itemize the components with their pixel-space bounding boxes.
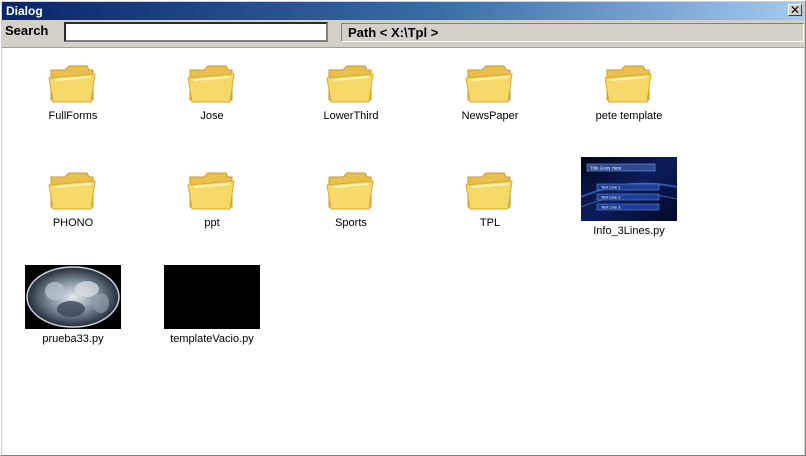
file-item[interactable]: Title Goes Here Text Line 1 Text Line 2 … (569, 157, 689, 237)
folder-item[interactable]: TPL (430, 167, 550, 229)
folder-item[interactable]: Jose (152, 60, 272, 122)
path-display: Path < X:\Tpl > (341, 23, 804, 42)
folder-icon (48, 65, 96, 103)
folder-label: PHONO (52, 217, 94, 229)
toolbar: Search Path < X:\Tpl > (2, 21, 804, 43)
folder-item[interactable]: FullForms (13, 60, 133, 122)
folder-item[interactable]: pete template (569, 60, 689, 122)
thumb-line: Text Line 3 (601, 205, 621, 210)
folder-label: pete template (595, 110, 663, 122)
folder-icon (465, 172, 513, 210)
file-grid: FullForms Jose LowerThird NewsPaper pete… (2, 47, 804, 455)
folder-item[interactable]: ppt (152, 167, 272, 229)
folder-icon (187, 172, 235, 210)
folder-label: Jose (200, 110, 224, 122)
templatevacio-thumbnail (164, 265, 260, 329)
folder-item[interactable]: LowerThird (291, 60, 411, 122)
folder-icon (326, 172, 374, 210)
folder-icon (465, 65, 513, 103)
window-title: Dialog (6, 4, 43, 18)
folder-icon (187, 65, 235, 103)
folder-item[interactable]: NewsPaper (430, 60, 550, 122)
file-item[interactable]: prueba33.py (13, 265, 133, 345)
thumb-line: Text Line 1 (601, 185, 621, 190)
folder-icon (48, 172, 96, 210)
file-label: templateVacio.py (170, 333, 254, 345)
folder-item[interactable]: PHONO (13, 167, 133, 229)
folder-label: Sports (335, 217, 367, 229)
folder-icon (326, 65, 374, 103)
search-label: Search (5, 23, 49, 38)
folder-label: NewsPaper (461, 110, 519, 122)
search-input[interactable] (64, 22, 328, 42)
info-3lines-thumbnail: Title Goes Here Text Line 1 Text Line 2 … (581, 157, 677, 221)
close-button[interactable]: ✕ (788, 4, 802, 16)
folder-label: LowerThird (323, 110, 379, 122)
folder-icon (604, 65, 652, 103)
folder-item[interactable]: Sports (291, 167, 411, 229)
thumb-line: Text Line 2 (601, 195, 621, 200)
file-item[interactable]: templateVacio.py (152, 265, 272, 345)
folder-label: TPL (479, 217, 501, 229)
prueba33-thumbnail (25, 265, 121, 329)
folder-label: ppt (204, 217, 220, 229)
thumb-title: Title Goes Here (590, 166, 622, 171)
file-label: prueba33.py (42, 333, 104, 345)
title-bar[interactable]: Dialog ✕ (2, 2, 804, 20)
folder-label: FullForms (48, 110, 98, 122)
file-label: Info_3Lines.py (593, 225, 665, 237)
dialog-window: Dialog ✕ Search Path < X:\Tpl > FullForm… (0, 0, 806, 456)
